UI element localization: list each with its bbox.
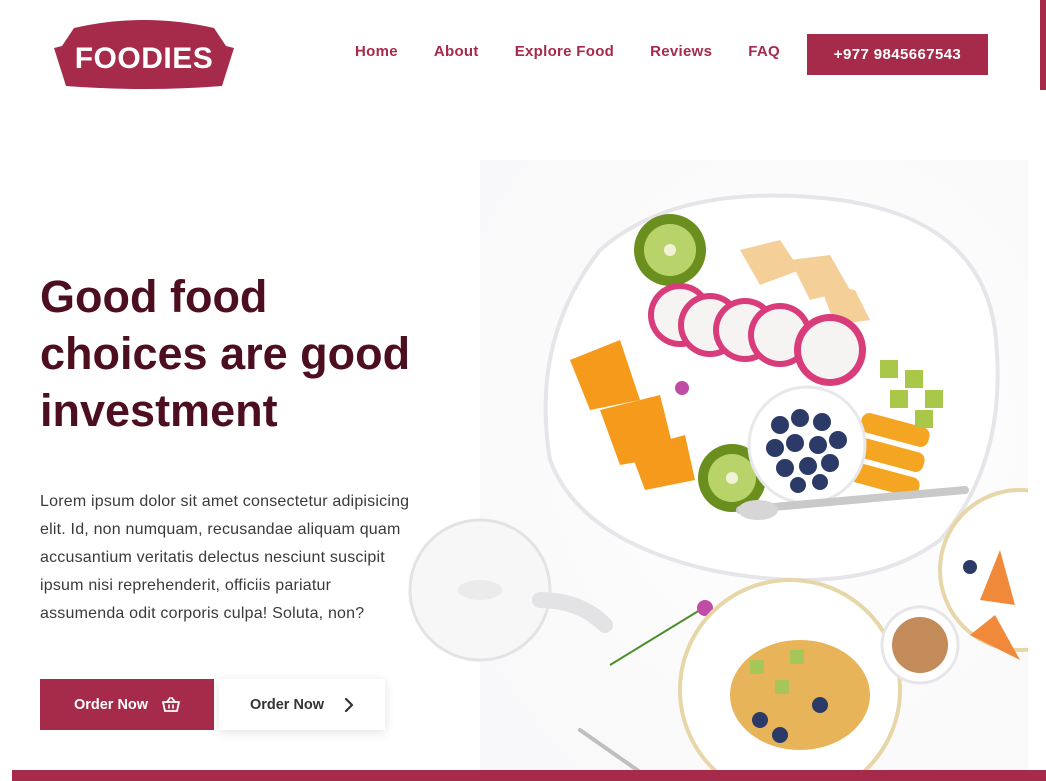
order-now-button[interactable]: Order Now (40, 679, 214, 730)
basket-icon (162, 696, 180, 712)
logo-text: FOODIES (74, 42, 214, 75)
footer-accent-bar (12, 770, 1046, 781)
chevron-right-icon (344, 697, 354, 712)
main-nav: Home About Explore Food Reviews FAQ (355, 43, 780, 60)
hero-title-line: investment (40, 385, 278, 436)
nav-about[interactable]: About (434, 43, 479, 60)
logo[interactable]: FOODIES (54, 18, 234, 92)
phone-button[interactable]: +977 9845667543 (807, 34, 988, 75)
nav-reviews[interactable]: Reviews (650, 43, 712, 60)
order-now-label: Order Now (73, 696, 149, 713)
hero-description: Lorem ipsum dolor sit amet consectetur a… (40, 493, 410, 622)
nav-home[interactable]: Home (355, 43, 398, 60)
hero-title-line: choices are good (40, 328, 411, 379)
order-now-secondary-button[interactable]: Order Now (219, 679, 385, 730)
hero-title-line: Good food (40, 271, 268, 322)
nav-faq[interactable]: FAQ (748, 43, 780, 60)
order-now-secondary-label: Order Now (249, 696, 325, 713)
scrollbar[interactable] (1040, 0, 1046, 90)
nav-explore-food[interactable]: Explore Food (515, 43, 614, 60)
hero-food-image (408, 160, 1028, 772)
